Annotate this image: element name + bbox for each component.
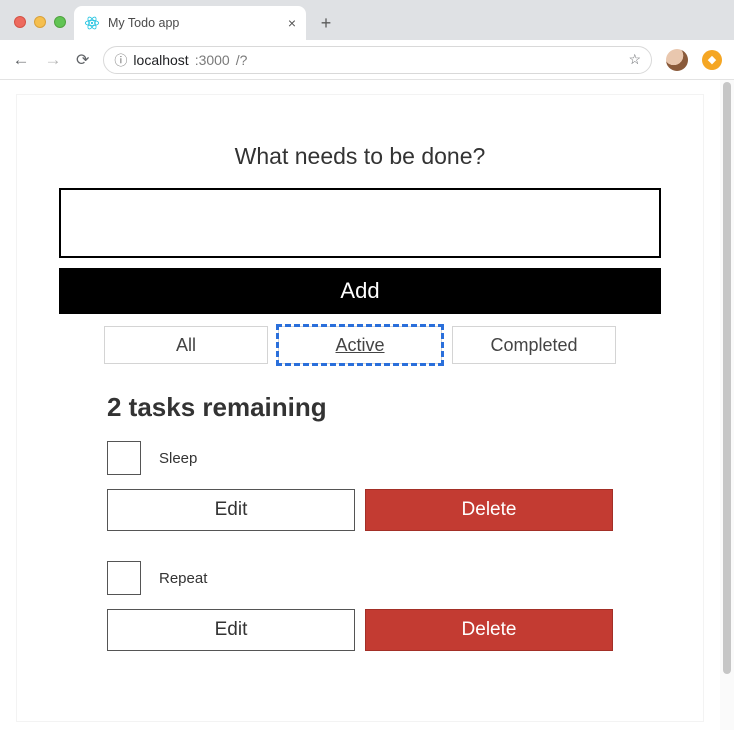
new-tab-button[interactable]: + xyxy=(312,9,340,37)
task-label: Sleep xyxy=(159,450,197,467)
task-checkbox[interactable] xyxy=(107,441,141,475)
url-path: /? xyxy=(236,52,248,68)
page-viewport: What needs to be done? Add All Active Co… xyxy=(0,80,720,730)
browser-chrome: My Todo app × + ← → ⟳ ⓘ localhost :3000 /?… xyxy=(0,0,734,81)
vertical-scrollbar[interactable] xyxy=(720,80,734,730)
site-info-icon[interactable]: ⓘ xyxy=(114,50,127,69)
window-minimize-icon[interactable] xyxy=(34,16,46,28)
forward-button[interactable]: → xyxy=(44,50,62,70)
add-button[interactable]: Add xyxy=(59,268,661,314)
extension-icon[interactable]: ◆ xyxy=(702,50,722,70)
back-button[interactable]: ← xyxy=(12,50,30,70)
filter-group: All Active Completed xyxy=(59,326,661,364)
tasks-section: 2 tasks remaining Sleep Edit Delete Repe… xyxy=(59,392,661,651)
url-port: :3000 xyxy=(195,52,230,68)
delete-button[interactable]: Delete xyxy=(365,489,613,531)
omnibox[interactable]: ⓘ localhost :3000 /? ☆ xyxy=(103,46,652,74)
prompt-heading: What needs to be done? xyxy=(59,143,661,170)
edit-button[interactable]: Edit xyxy=(107,609,355,651)
profile-avatar[interactable] xyxy=(666,49,688,71)
task-checkbox[interactable] xyxy=(107,561,141,595)
task-item: Repeat Edit Delete xyxy=(107,561,613,651)
reload-button[interactable]: ⟳ xyxy=(76,50,89,70)
new-todo-input[interactable] xyxy=(59,188,661,258)
browser-tab[interactable]: My Todo app × xyxy=(74,6,306,40)
tab-close-icon[interactable]: × xyxy=(288,16,296,30)
scrollbar-thumb[interactable] xyxy=(723,82,731,674)
filter-completed[interactable]: Completed xyxy=(452,326,616,364)
window-close-icon[interactable] xyxy=(14,16,26,28)
url-host: localhost xyxy=(133,52,188,68)
task-label: Repeat xyxy=(159,570,207,587)
task-item: Sleep Edit Delete xyxy=(107,441,613,531)
window-controls xyxy=(12,16,74,40)
edit-button[interactable]: Edit xyxy=(107,489,355,531)
delete-button[interactable]: Delete xyxy=(365,609,613,651)
tab-title: My Todo app xyxy=(108,16,280,30)
remaining-heading: 2 tasks remaining xyxy=(107,392,613,423)
react-favicon-icon xyxy=(84,15,100,31)
filter-active[interactable]: Active xyxy=(278,326,442,364)
filter-all[interactable]: All xyxy=(104,326,268,364)
address-bar: ← → ⟳ ⓘ localhost :3000 /? ☆ ◆ xyxy=(0,40,734,80)
bookmark-star-icon[interactable]: ☆ xyxy=(628,51,641,68)
window-zoom-icon[interactable] xyxy=(54,16,66,28)
todo-app: What needs to be done? Add All Active Co… xyxy=(16,94,704,722)
tab-strip: My Todo app × + xyxy=(0,0,734,40)
